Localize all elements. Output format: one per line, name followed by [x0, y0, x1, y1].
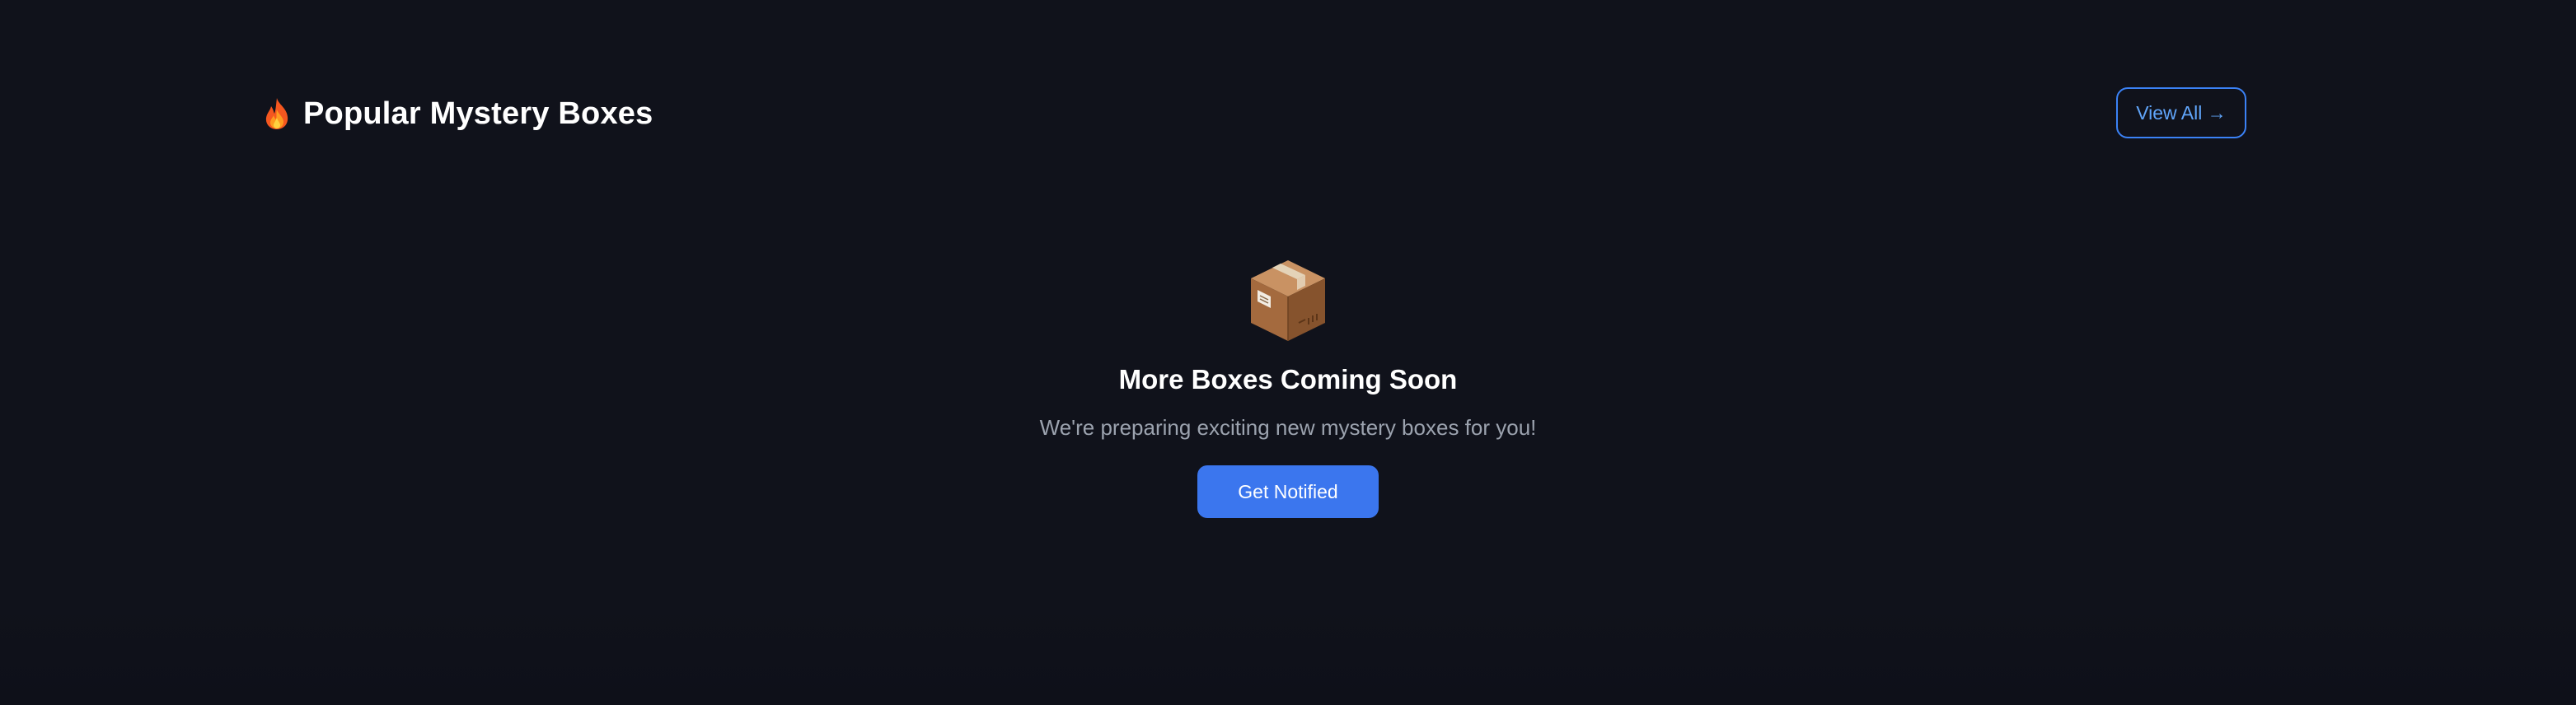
fire-icon	[265, 98, 288, 129]
section-title-text: Popular Mystery Boxes	[303, 96, 653, 131]
view-all-button[interactable]: View All →	[2116, 87, 2246, 138]
section-title: Popular Mystery Boxes	[262, 87, 653, 140]
empty-state-title: More Boxes Coming Soon	[1118, 364, 1458, 395]
get-notified-button[interactable]: Get Notified	[1197, 465, 1379, 518]
popular-boxes-section: Popular Mystery Boxes View All → More Bo…	[0, 0, 2576, 705]
empty-state: More Boxes Coming Soon We're preparing e…	[0, 257, 2576, 518]
empty-state-subtitle: We're preparing exciting new mystery box…	[1039, 415, 1537, 440]
package-box-icon	[1251, 260, 1325, 341]
section-header: Popular Mystery Boxes View All →	[262, 87, 2246, 140]
